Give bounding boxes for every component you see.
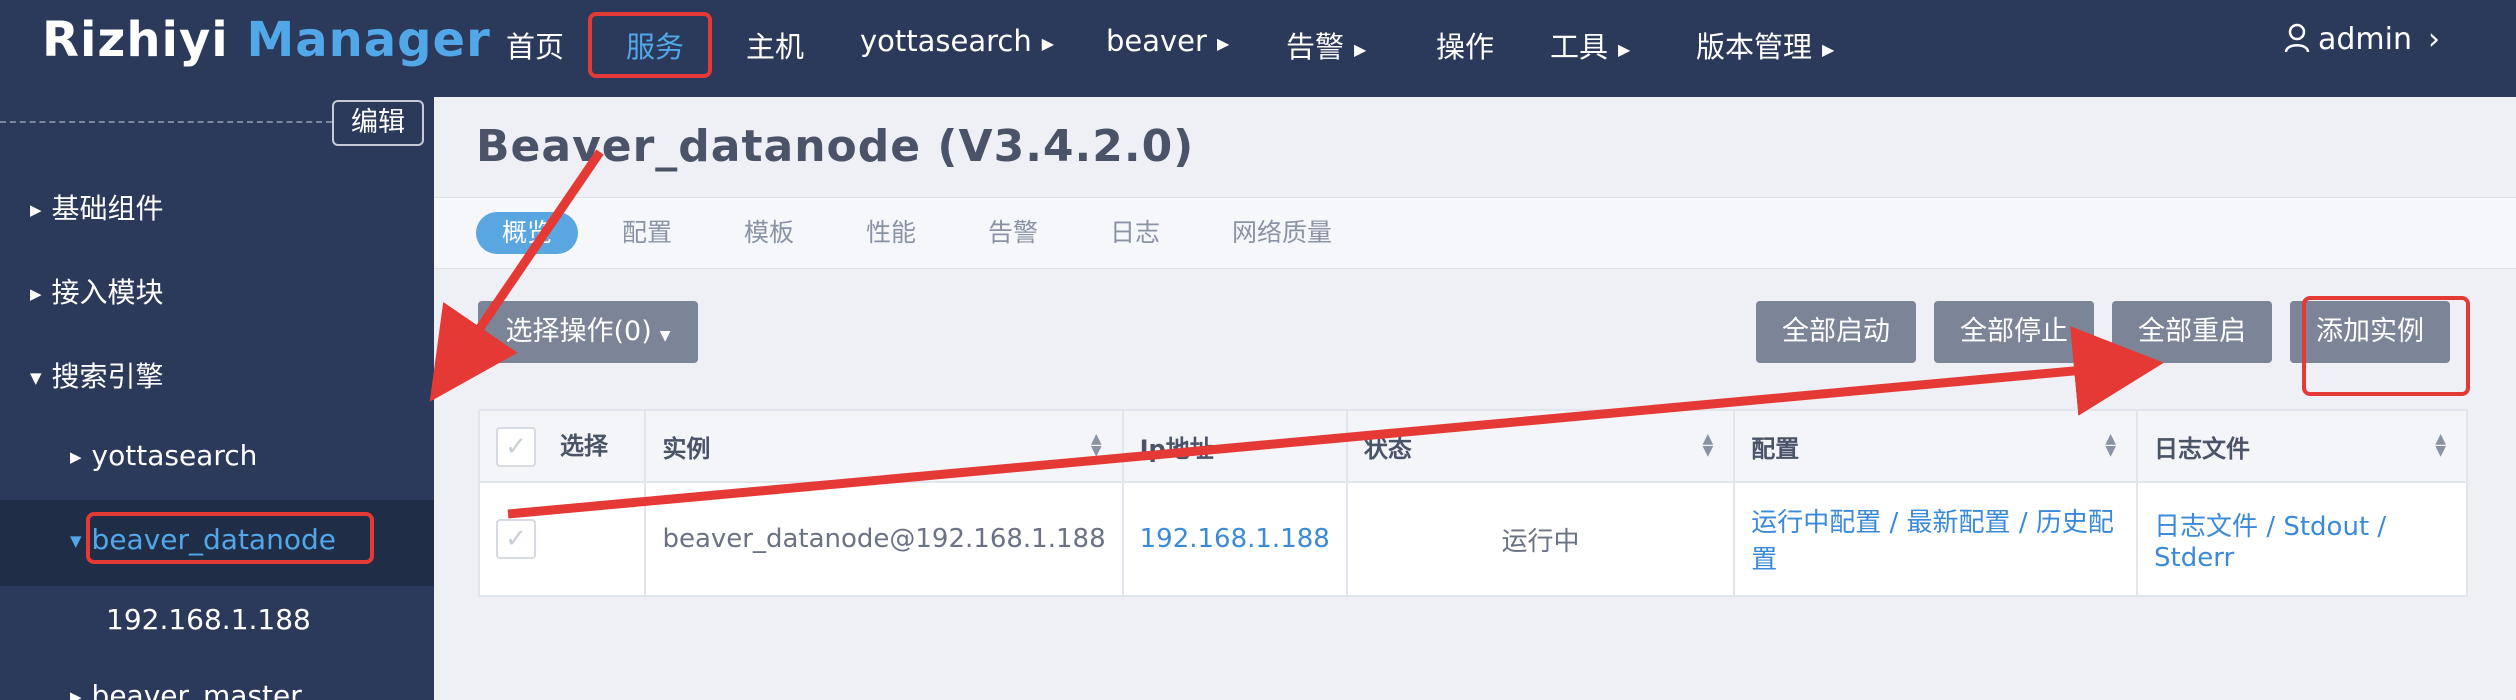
latest-config-link[interactable]: 最新配置 bbox=[1907, 508, 2011, 538]
sort-icon[interactable]: ▲ ▼ bbox=[2435, 432, 2446, 458]
annotation-box-beaver-datanode bbox=[86, 512, 374, 564]
main-content: Beaver_datanode (V3.4.2.0) 概览 配置 模板 性能 告… bbox=[434, 97, 2516, 700]
nav-item-hosts[interactable]: 主机 bbox=[746, 24, 804, 66]
nav-item-alerts[interactable]: 告警 ▶ bbox=[1286, 24, 1366, 66]
instances-table: ✓ 选择 实例 ▲ ▼ Ip地址 状态 ▲ ▼ 配置 ▲ ▼ 日志文件 ▲ ▼ ✓ beaver_… bbox=[477, 409, 2468, 597]
caret-right-icon: ▶ bbox=[70, 688, 82, 700]
caret-right-icon: ▶ bbox=[1618, 39, 1631, 59]
caret-down-icon: ▼ bbox=[30, 369, 42, 387]
logo-main-text: Rizhiyi bbox=[42, 12, 229, 68]
caret-down-icon: ▼ bbox=[70, 532, 82, 550]
instance-cell: beaver_datanode@192.168.1.188 bbox=[644, 481, 1124, 597]
row-select-cell: ✓ bbox=[477, 481, 647, 597]
sidebar-item-access-modules[interactable]: ▶ 接入模块 bbox=[30, 271, 164, 311]
sidebar-item-search-engine[interactable]: ▼ 搜索引擎 bbox=[30, 355, 164, 395]
sidebar-item-host-192-168-1-188[interactable]: 192.168.1.188 bbox=[106, 603, 311, 636]
logo-accent-text: Manager bbox=[246, 12, 491, 68]
top-nav-bar: Rizhiyi Manager 首页 服务 主机 yottasearch ▶ be… bbox=[0, 0, 2516, 97]
tab-overview[interactable]: 概览 bbox=[476, 212, 579, 254]
username-label: admin bbox=[2318, 22, 2412, 57]
stderr-link[interactable]: Stderr bbox=[2154, 543, 2234, 573]
ip-cell: 192.168.1.188 bbox=[1121, 481, 1348, 597]
running-config-link[interactable]: 运行中配置 bbox=[1751, 508, 1881, 538]
stop-all-button[interactable]: 全部停止 bbox=[1934, 301, 2094, 363]
table-row: ✓ beaver_datanode@192.168.1.188 192.168.… bbox=[477, 481, 2468, 597]
tab-templates[interactable]: 模板 bbox=[718, 212, 821, 254]
log-file-link[interactable]: 日志文件 bbox=[2154, 512, 2258, 542]
ip-column-header[interactable]: Ip地址 bbox=[1121, 409, 1348, 483]
tab-alerts[interactable]: 告警 bbox=[962, 212, 1065, 254]
nav-item-version-management[interactable]: 版本管理 ▶ bbox=[1696, 24, 1834, 66]
tab-bar: 概览 配置 模板 性能 告警 日志 网络质量 bbox=[434, 197, 2516, 269]
sort-icon[interactable]: ▲ ▼ bbox=[1091, 432, 1102, 458]
status-cell: 运行中 bbox=[1345, 481, 1736, 597]
stdout-link[interactable]: Stdout bbox=[2283, 512, 2369, 542]
tab-network-quality[interactable]: 网络质量 bbox=[1206, 212, 1359, 254]
row-checkbox[interactable]: ✓ bbox=[496, 519, 536, 559]
sidebar: 编辑 ▶ 基础组件 ▶ 接入模块 ▼ 搜索引擎 ▶ yottasearch ▼ beave… bbox=[0, 97, 434, 700]
caret-right-icon: ▶ bbox=[1822, 39, 1835, 59]
tab-logs[interactable]: 日志 bbox=[1084, 212, 1187, 254]
table-header-row: ✓ 选择 实例 ▲ ▼ Ip地址 状态 ▲ ▼ 配置 ▲ ▼ 日志文件 ▲ ▼ bbox=[477, 409, 2468, 483]
annotation-box-add-instance bbox=[2302, 296, 2470, 396]
logfile-cell: 日志文件 / Stdout / Stderr bbox=[2136, 481, 2468, 597]
user-menu[interactable]: admin › bbox=[2284, 22, 2440, 57]
caret-right-icon: ▶ bbox=[1041, 33, 1055, 53]
caret-right-icon: ▶ bbox=[1216, 33, 1230, 53]
tab-performance[interactable]: 性能 bbox=[840, 212, 943, 254]
edit-button[interactable]: 编辑 bbox=[332, 100, 424, 146]
caret-right-icon: ▶ bbox=[1354, 39, 1367, 59]
select-column-header: ✓ 选择 bbox=[477, 409, 647, 483]
select-operation-dropdown[interactable]: 选择操作(0) ▼ bbox=[478, 301, 698, 363]
caret-right-icon: ▶ bbox=[30, 201, 42, 219]
logfile-column-header[interactable]: 日志文件 ▲ ▼ bbox=[2136, 409, 2468, 483]
nav-item-tools[interactable]: 工具 ▶ bbox=[1550, 24, 1630, 66]
restart-all-button[interactable]: 全部重启 bbox=[2112, 301, 2272, 363]
config-cell: 运行中配置 / 最新配置 / 历史配置 bbox=[1733, 481, 2139, 597]
start-all-button[interactable]: 全部启动 bbox=[1756, 301, 1916, 363]
nav-item-beaver[interactable]: beaver ▶ bbox=[1106, 24, 1229, 58]
nav-item-operations[interactable]: 操作 bbox=[1436, 24, 1494, 66]
sidebar-item-basic-components[interactable]: ▶ 基础组件 bbox=[30, 187, 164, 227]
nav-item-yottasearch[interactable]: yottasearch ▶ bbox=[860, 24, 1054, 58]
chevron-right-icon: › bbox=[2428, 22, 2440, 57]
sidebar-item-beaver-master[interactable]: ▶ beaver_master bbox=[70, 679, 302, 700]
config-column-header[interactable]: 配置 ▲ ▼ bbox=[1733, 409, 2139, 483]
caret-down-icon: ▼ bbox=[659, 328, 671, 344]
instance-column-header[interactable]: 实例 ▲ ▼ bbox=[644, 409, 1124, 483]
sort-icon[interactable]: ▲ ▼ bbox=[2105, 432, 2116, 458]
select-all-checkbox[interactable]: ✓ bbox=[496, 426, 536, 467]
user-icon bbox=[2284, 23, 2310, 53]
nav-item-home[interactable]: 首页 bbox=[506, 24, 564, 66]
app-logo[interactable]: Rizhiyi Manager bbox=[42, 12, 491, 68]
status-column-header[interactable]: 状态 ▲ ▼ bbox=[1345, 409, 1736, 483]
caret-right-icon: ▶ bbox=[30, 285, 42, 303]
sidebar-item-yottasearch[interactable]: ▶ yottasearch bbox=[70, 439, 257, 472]
annotation-box-services bbox=[588, 12, 712, 78]
page-title: Beaver_datanode (V3.4.2.0) bbox=[476, 121, 1195, 172]
sidebar-divider bbox=[0, 121, 332, 123]
caret-right-icon: ▶ bbox=[70, 448, 82, 466]
ip-link[interactable]: 192.168.1.188 bbox=[1140, 524, 1330, 554]
tab-config[interactable]: 配置 bbox=[596, 212, 699, 254]
sort-icon[interactable]: ▲ ▼ bbox=[1702, 432, 1713, 458]
